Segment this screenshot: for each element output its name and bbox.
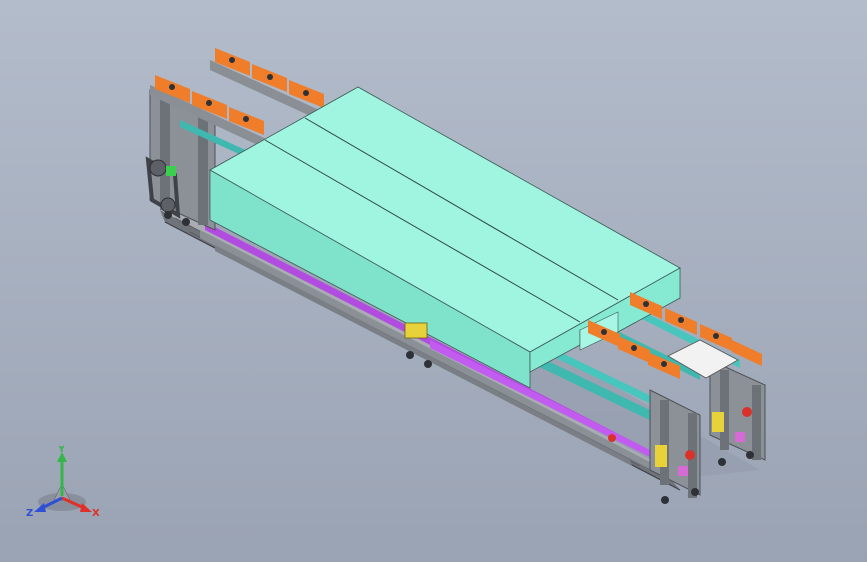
green-sensor [166, 166, 176, 176]
leveling-foot [718, 458, 726, 466]
fixture-clamp [303, 90, 309, 96]
right-end-post [660, 400, 669, 485]
right-end-post [720, 370, 729, 450]
red-actuator [608, 434, 616, 442]
left-end-post [160, 100, 170, 210]
fixture-clamp [601, 329, 607, 335]
leveling-foot [164, 211, 172, 219]
yellow-bracket [404, 322, 428, 339]
left-drive-pulley [149, 159, 167, 177]
y-axis-label: Y [57, 446, 66, 455]
left-drive-pulley [160, 197, 176, 213]
pink-sensor [678, 466, 688, 476]
fixture-clamp [643, 301, 649, 307]
fixture-clamp [631, 345, 637, 351]
leveling-foot [406, 351, 414, 359]
leveling-foot [424, 360, 432, 368]
fixture-clamp [243, 116, 249, 122]
pink-sensor [735, 432, 745, 442]
x-axis-label: X [92, 508, 100, 519]
fixture-clamp [206, 100, 212, 106]
red-actuator [742, 407, 752, 417]
fixture-clamp [229, 57, 235, 63]
leveling-foot [182, 218, 190, 226]
conveyor-assembly-model[interactable] [0, 0, 867, 562]
fixture-clamp [267, 74, 273, 80]
z-axis-label: Z [26, 508, 33, 519]
yellow-bracket [655, 445, 667, 467]
cad-viewport[interactable]: Y X Z [0, 0, 867, 562]
right-end-post [752, 385, 761, 460]
fixture-clamp [678, 317, 684, 323]
leveling-foot [661, 496, 669, 504]
leveling-foot [746, 451, 754, 459]
x-axis-arrow-icon [80, 503, 92, 512]
fixture-clamp [713, 333, 719, 339]
fixture-clamp [661, 361, 667, 367]
axis-triad: Y X Z [26, 446, 100, 519]
leveling-foot [691, 488, 699, 496]
red-actuator [685, 450, 695, 460]
yellow-bracket [712, 412, 724, 432]
fixture-clamp [169, 84, 175, 90]
